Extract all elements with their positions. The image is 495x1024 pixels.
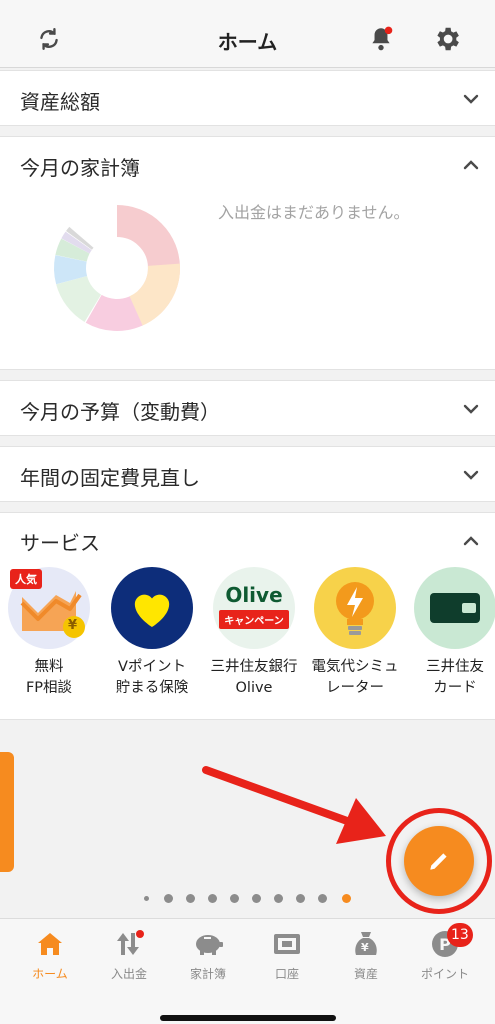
wallet-card-icon [414, 567, 495, 649]
tab-label: 入出金 [110, 967, 147, 981]
tab-label: 家計簿 [189, 967, 226, 981]
page-title: ホーム [217, 30, 278, 54]
gear-icon[interactable] [430, 22, 464, 56]
carousel-dot[interactable] [318, 894, 327, 903]
tab-label: 口座 [274, 967, 299, 981]
popular-badge: 人気 [10, 569, 42, 589]
empty-message: 入出金はまだありません。 [218, 203, 410, 222]
household-donut-chart [53, 205, 180, 331]
chevron-down-icon[interactable] [461, 465, 481, 485]
service-label: 電気代シミュ レーター [311, 659, 399, 696]
tab-label: ポイント [420, 967, 469, 981]
fixed-cost-section[interactable]: 年間の固定費見直し [0, 446, 495, 502]
pencil-icon [430, 853, 447, 870]
service-label: 無料 FP相談 [25, 659, 73, 696]
carousel-dot[interactable] [230, 894, 239, 903]
tab-accounts[interactable]: 口座 [247, 929, 327, 982]
carousel-dot[interactable] [208, 894, 217, 903]
service-fp-consultation[interactable]: ¥ 人気 無料 FP相談 [4, 567, 94, 699]
side-tab-handle[interactable] [0, 752, 14, 872]
services-section-title: サービス [20, 531, 100, 555]
service-smbc-card[interactable]: 三井住友 カード [410, 567, 495, 699]
chart-growth-icon: ¥ 人気 [8, 567, 90, 649]
tab-home[interactable]: ホーム [10, 929, 90, 982]
piggy-bank-icon [168, 929, 248, 959]
tab-label: 資産 [353, 967, 378, 981]
chevron-up-icon[interactable] [461, 155, 481, 175]
service-label: 三井住友銀行 Olive [210, 659, 298, 696]
bell-icon[interactable] [364, 22, 398, 56]
carousel-dot[interactable] [296, 894, 305, 903]
annotation-arrow [202, 766, 386, 844]
tab-label: ホーム [32, 967, 68, 981]
carousel-dot[interactable] [164, 894, 173, 903]
household-section: 今月の家計簿 入出金はまだありません。 [0, 136, 495, 370]
service-v-point-insurance[interactable]: Vポイント 貯まる保険 [107, 567, 197, 699]
chevron-down-icon[interactable] [461, 399, 481, 419]
chevron-down-icon[interactable] [461, 89, 481, 109]
carousel-dot[interactable] [252, 894, 261, 903]
heart-icon [111, 567, 193, 649]
assets-section[interactable]: 資産総額 [0, 70, 495, 126]
service-olive[interactable]: Olive キャンペーン 三井住友銀行 Olive [209, 567, 299, 699]
campaign-ribbon: キャンペーン [219, 610, 289, 629]
tab-points[interactable]: P 13 ポイント [405, 923, 485, 982]
olive-logo: Olive キャンペーン [213, 567, 295, 649]
home-indicator [160, 1015, 336, 1021]
carousel-dot[interactable] [144, 896, 149, 901]
tab-transactions[interactable]: 入出金 [89, 929, 169, 982]
point-icon: P 13 [405, 923, 485, 959]
notification-badge: 13 [447, 923, 473, 947]
carousel-dot[interactable] [186, 894, 195, 903]
transfer-icon [89, 929, 169, 959]
wallet-icon [247, 929, 327, 959]
service-label: 三井住友 カード [426, 659, 484, 696]
service-label: Vポイント 貯まる保険 [115, 659, 189, 696]
services-section: サービス ¥ 人気 無料 FP相談 Vポイント 貯まる保険 Olive キャンペ… [0, 512, 495, 720]
bottom-tab-bar: ホーム 入出金 家計簿 口座 ¥ 資産 P 13 ポイント [0, 918, 495, 1024]
olive-logo-text: Olive [225, 583, 283, 607]
money-bag-yen-text: ¥ [361, 941, 369, 954]
edit-fab-button[interactable] [404, 826, 474, 896]
money-bag-icon: ¥ [326, 929, 406, 959]
budget-section-title: 今月の予算（変動費） [20, 400, 220, 424]
chevron-up-icon[interactable] [461, 531, 481, 551]
tab-household-book[interactable]: 家計簿 [168, 929, 248, 982]
service-electricity-simulator[interactable]: 電気代シミュ レーター [310, 567, 400, 699]
budget-section[interactable]: 今月の予算（変動費） [0, 380, 495, 436]
light-bulb-icon [314, 567, 396, 649]
household-section-title: 今月の家計簿 [20, 156, 140, 180]
app-header: ホーム [0, 0, 495, 68]
carousel-dot[interactable] [274, 894, 283, 903]
tab-assets[interactable]: ¥ 資産 [326, 929, 406, 982]
carousel-dot-active[interactable] [342, 894, 351, 903]
fixed-cost-section-title: 年間の固定費見直し [20, 466, 200, 490]
yen-coin-text: ¥ [68, 618, 78, 633]
home-icon [10, 929, 90, 959]
assets-section-title: 資産総額 [20, 90, 100, 114]
